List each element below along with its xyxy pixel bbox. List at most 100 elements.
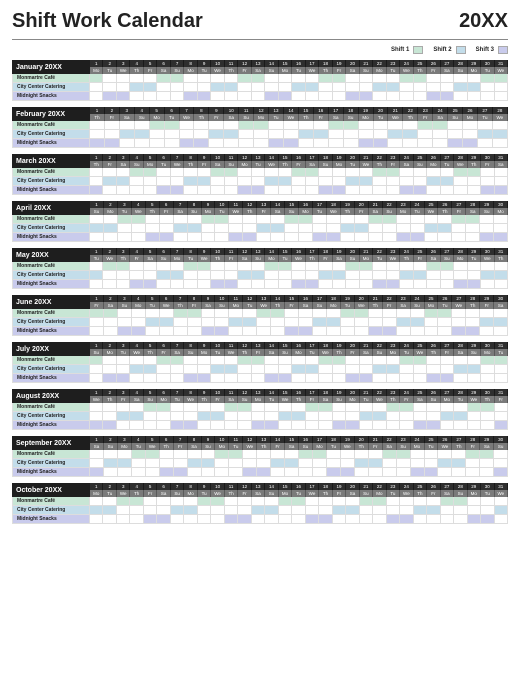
shift-cell xyxy=(198,365,211,374)
shift-cell xyxy=(103,497,116,506)
shift-cell xyxy=(229,309,243,318)
day-number: 11 xyxy=(229,436,243,443)
shift-cell xyxy=(438,450,452,459)
shift-cell xyxy=(299,459,313,468)
day-of-week: Th xyxy=(319,490,332,497)
day-of-week: Mo xyxy=(359,114,374,121)
shift-cell xyxy=(341,215,355,224)
shift-cell xyxy=(466,318,480,327)
shift-cell xyxy=(265,421,278,430)
day-of-week: Th xyxy=(117,255,130,262)
shift-cell xyxy=(341,327,355,336)
shift-cell xyxy=(373,497,386,506)
shift-cell xyxy=(104,233,118,242)
shift-cell xyxy=(198,177,211,186)
day-of-week: Th xyxy=(146,208,160,215)
day-of-week: Mo xyxy=(184,67,197,74)
shift-cell xyxy=(117,506,130,515)
month-label: August 20XX xyxy=(12,389,90,403)
shift-cell xyxy=(495,374,508,383)
shift-cell xyxy=(427,92,440,101)
shift-cell xyxy=(374,130,389,139)
shift-cell xyxy=(104,459,118,468)
day-number: 25 xyxy=(425,201,439,208)
shift-cell xyxy=(360,374,373,383)
shift-cell xyxy=(383,468,397,477)
shift-cell xyxy=(495,186,508,195)
shift-cell xyxy=(171,83,184,92)
shift-cell xyxy=(341,318,355,327)
day-of-week: Sa xyxy=(104,302,118,309)
day-of-week: Tu xyxy=(454,396,467,403)
month-block: April 20XX123456789101112131415161718192… xyxy=(12,201,508,242)
shift-cell xyxy=(188,224,202,233)
day-number: 31 xyxy=(495,483,508,490)
shift-cell xyxy=(269,139,284,148)
day-number: 18 xyxy=(319,248,332,255)
shift-cell xyxy=(373,83,386,92)
shift-cell xyxy=(454,356,467,365)
shift-cell xyxy=(319,515,332,524)
shift-cell xyxy=(344,121,359,130)
shift-cell xyxy=(130,356,143,365)
shift-cell xyxy=(313,468,327,477)
day-number: 3 xyxy=(117,60,130,67)
day-of-week: Su xyxy=(454,490,467,497)
shift-cell xyxy=(327,327,341,336)
shift-cell xyxy=(225,497,238,506)
day-of-week: Su xyxy=(144,396,157,403)
shift-cell xyxy=(198,262,211,271)
shift-cell xyxy=(360,515,373,524)
months-container: January 20XX1234567891011121314151617181… xyxy=(12,60,508,524)
day-of-week: Tu xyxy=(265,396,278,403)
day-number: 1 xyxy=(90,60,103,67)
shift-cell xyxy=(373,74,386,83)
shift-cell xyxy=(265,515,278,524)
shift-cell xyxy=(333,280,346,289)
day-number: 11 xyxy=(229,295,243,302)
shift-cell xyxy=(243,327,257,336)
shift-cell xyxy=(481,374,494,383)
day-number: 1 xyxy=(90,389,103,396)
shift-cell xyxy=(202,215,216,224)
day-number: 1 xyxy=(90,107,105,114)
day-number: 11 xyxy=(225,60,238,67)
day-of-week: Mo xyxy=(463,114,478,121)
day-of-week: Th xyxy=(292,396,305,403)
shift-cell xyxy=(313,459,327,468)
shift-cell xyxy=(229,215,243,224)
shift-cell xyxy=(132,309,146,318)
shift-cell xyxy=(174,215,188,224)
shift-cell xyxy=(414,497,427,506)
day-number: 27 xyxy=(441,60,454,67)
shift-cell xyxy=(360,280,373,289)
shift-cell xyxy=(144,168,157,177)
shift-cell xyxy=(90,271,103,280)
day-number: 17 xyxy=(313,295,327,302)
shift-cell xyxy=(373,374,386,383)
day-of-week: Mo xyxy=(103,349,116,356)
day-number: 21 xyxy=(369,436,383,443)
day-number: 7 xyxy=(171,389,184,396)
day-number: 20 xyxy=(346,154,359,161)
day-number: 10 xyxy=(211,154,224,161)
shift-cell xyxy=(238,515,251,524)
shift-cell xyxy=(333,83,346,92)
day-of-week: Mo xyxy=(313,443,327,450)
shift-cell xyxy=(341,233,355,242)
shift-cell xyxy=(257,309,271,318)
day-of-week: Sa xyxy=(144,255,157,262)
day-number: 26 xyxy=(463,107,478,114)
shift-cell xyxy=(319,412,332,421)
shift-cell xyxy=(387,412,400,421)
shift-cell xyxy=(184,421,197,430)
day-of-week: Th xyxy=(306,255,319,262)
shift-cell xyxy=(306,412,319,421)
business-row-label: Midnight Snacks xyxy=(12,92,90,101)
shift-cell xyxy=(425,215,439,224)
day-of-week: Tu xyxy=(373,255,386,262)
day-number: 23 xyxy=(397,201,411,208)
shift-cell xyxy=(454,403,467,412)
shift-cell xyxy=(313,327,327,336)
day-of-week: Tu xyxy=(313,208,327,215)
